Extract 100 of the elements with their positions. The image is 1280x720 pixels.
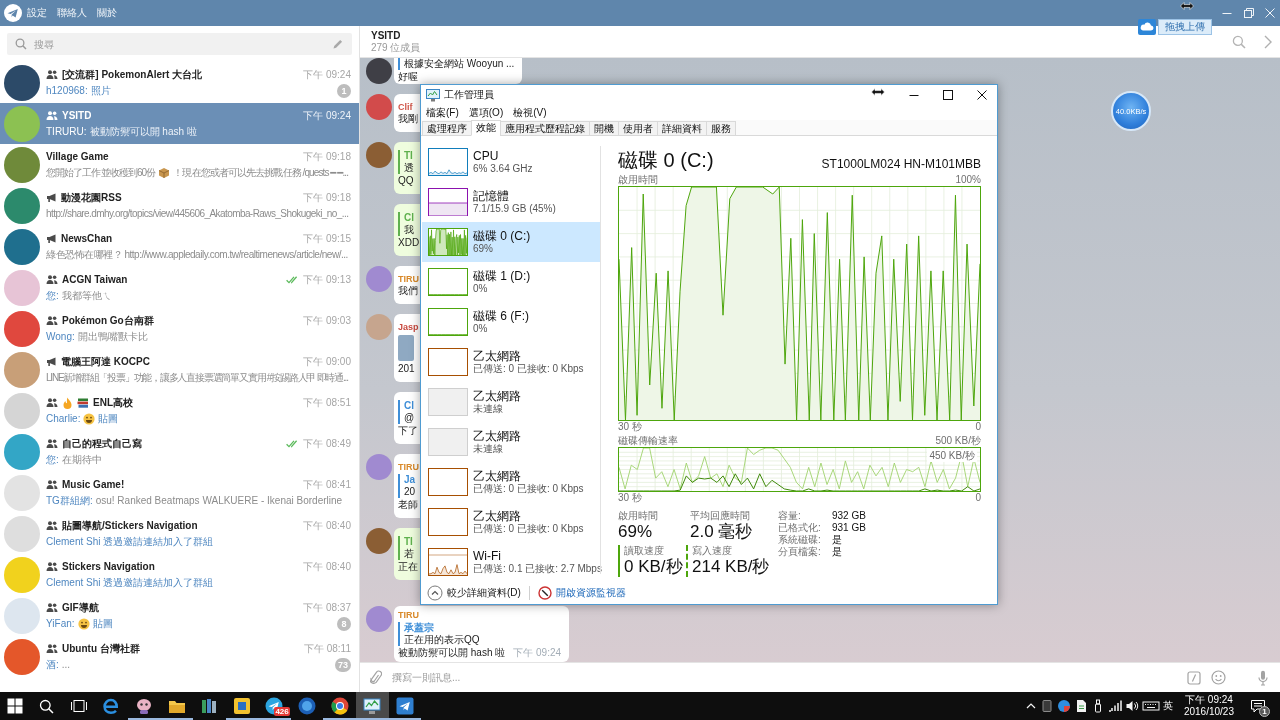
avatar: [4, 64, 40, 101]
stat-value: 0 KB/秒: [624, 557, 683, 577]
tab[interactable]: 開機: [589, 121, 619, 136]
avatar: [4, 597, 40, 634]
stat-label: 寫入速度: [692, 545, 732, 557]
resource-item[interactable]: 磁碟 1 (D:) 0%: [422, 262, 600, 302]
megaphone-icon: [46, 357, 57, 366]
chat-list-item[interactable]: Village Game 下午 09:18 您開始了工作並收穫到60份 ！現在您或者可以先去挑戰任務 /quests ━ ━...: [0, 144, 359, 185]
chat-list-item[interactable]: NewsChan 下午 09:15 綠色恐怖在哪裡？ http://www.appledaily.com.tw/realtimenews/article/new/...: [0, 226, 359, 267]
message-preview: 綠色恐怖在哪裡？ http://www.appledaily.com.tw/realtimenews/article/new/...: [46, 247, 348, 262]
chat-time: 下午 08:37: [303, 600, 351, 615]
task-view-icon: [69, 699, 88, 713]
chat-list-item[interactable]: 自己的程式自己寫 下午 08:49 您: 在期待中: [0, 431, 359, 472]
avatar: [4, 556, 40, 593]
tab[interactable]: 詳細資料: [657, 121, 707, 136]
chat-name: Music Game!: [62, 477, 125, 492]
preview-sender: 您:: [46, 288, 59, 303]
taskbar-app[interactable]: [355, 692, 389, 720]
resource-item[interactable]: Wi-Fi 已傳送: 0.1 已接收: 2.7 Mbps: [422, 542, 600, 582]
resource-monitor-link[interactable]: 開啟資源監視器: [537, 586, 626, 600]
menu-item[interactable]: 關於: [92, 3, 122, 23]
resource-item[interactable]: 乙太網路 已傳送: 0 已接收: 0 Kbps: [422, 342, 600, 382]
chat-list-item[interactable]: GIF導航 下午 08:37 YiFan: 貼圖 8: [0, 595, 359, 636]
chat-list-item[interactable]: [交流群] PokemonAlert 大台北 下午 09:24 h120968: 照片 1: [0, 62, 359, 103]
chat-list-item[interactable]: Music Game! 下午 08:41 TG群組網: osu! Ranked Beatmaps WALKUERE - Ikenai Borderline: [0, 472, 359, 513]
disk-model: ST1000LM024 HN-M101MBB: [821, 156, 981, 172]
chat-time: 下午 09:18: [303, 149, 351, 164]
menu-item[interactable]: 設定: [22, 3, 52, 23]
stat-label: 平均回應時間: [690, 510, 750, 522]
fewer-details-button[interactable]: 較少詳細資料(D): [427, 585, 521, 601]
input-method-indicator[interactable]: 英: [1162, 700, 1173, 712]
clock-date: 2016/10/23: [1183, 706, 1234, 718]
resource-name: Wi-Fi: [473, 549, 501, 563]
group-icon: [46, 644, 58, 653]
resource-name: 乙太網路: [473, 349, 521, 363]
chat-time: 下午 09:13: [303, 272, 351, 287]
avatar: [4, 187, 40, 224]
chat-list-item[interactable]: Pokémon Go台南群 下午 09:03 Wong: 開出鴨嘴獸卡比: [0, 308, 359, 349]
chart-max-label: 100%: [955, 174, 981, 186]
detail-title: 磁碟 0 (C:): [618, 148, 714, 172]
resource-item[interactable]: 乙太網路 未連線: [422, 422, 600, 462]
menu-item[interactable]: 聯絡人: [52, 3, 92, 23]
paper-plane-logo-icon: [4, 4, 22, 22]
resource-item[interactable]: 乙太網路 未連線: [422, 382, 600, 422]
upload-button[interactable]: 拖拽上傳: [1158, 19, 1212, 35]
message-text: 被動防禦可以開 hash 啦: [398, 647, 506, 659]
resource-item[interactable]: 磁碟 0 (C:) 69%: [422, 222, 600, 262]
chat-list-item[interactable]: 貼圖導航/Stickers Navigation 下午 08:40 Clement Shi 透過邀請連結加入了群組: [0, 513, 359, 554]
paperclip-icon[interactable]: [370, 669, 382, 686]
resource-name: 磁碟 6 (F:): [473, 309, 529, 323]
tab[interactable]: 處理程序: [422, 121, 472, 136]
resource-name: 磁碟 0 (C:): [473, 229, 531, 243]
message-preview: http://share.dmhy.org/topics/view/445606_Akatomba-Raws_Shokugeki_no_...: [46, 206, 349, 221]
menu-item[interactable]: 選項(O): [463, 106, 509, 119]
tab[interactable]: 應用程式歷程記錄: [500, 121, 590, 136]
resource-item[interactable]: 乙太網路 已傳送: 0 已接收: 0 Kbps: [422, 462, 600, 502]
quote-text: 我: [404, 224, 414, 236]
chat-list-item[interactable]: Stickers Navigation 下午 08:40 Clement Shi 透過邀請連結加入了群組: [0, 554, 359, 595]
chat-list-item[interactable]: ACGN Taiwan 下午 09:13 您: 我都等他ㄟ: [0, 267, 359, 308]
tablet-icon[interactable]: [1039, 699, 1054, 713]
axis-label: 0: [975, 492, 981, 504]
preview-sender: h120968:: [46, 83, 88, 98]
group-icon: [46, 439, 58, 448]
chat-list-item[interactable]: 動漫花園RSS 下午 09:18 http://share.dmhy.org/topics/view/445606_Akatomba-Raws_Shokugeki_no_...: [0, 185, 359, 226]
menu-item[interactable]: 檔案(F): [421, 106, 464, 119]
tab[interactable]: 服務: [706, 121, 736, 136]
message-preview: ...: [61, 657, 71, 672]
message-text: 老師: [398, 499, 418, 511]
chat-name: NewsChan: [61, 231, 113, 246]
wifi-icon[interactable]: [1107, 699, 1122, 713]
tab[interactable]: 使用者: [618, 121, 658, 136]
message-preview: 開出鴨嘴獸卡比: [77, 329, 148, 344]
chat-list-item[interactable]: Ubuntu 台灣社群 下午 08:11 酒: ... 73: [0, 636, 359, 677]
disc-icon[interactable]: [1056, 699, 1071, 713]
media-preview: Clement Shi 透過邀請連結加入了群組: [46, 575, 214, 590]
books-icon: [200, 697, 219, 715]
resource-detail: 已傳送: 0.1 已接收: 2.7 Mbps: [473, 563, 602, 575]
preview-sender: YiFan:: [46, 616, 75, 631]
search-field[interactable]: 搜尋: [7, 33, 352, 55]
menu-item[interactable]: 檢視(V): [508, 106, 552, 119]
resource-item[interactable]: 乙太網路 已傳送: 0 已接收: 0 Kbps: [422, 502, 600, 542]
chat-list-item[interactable]: ENL高校 下午 08:51 Charlie: 貼圖: [0, 390, 359, 431]
taskbar-app[interactable]: 426: [258, 692, 291, 720]
notification-button[interactable]: 1: [1245, 693, 1271, 719]
stat-value: 2.0 毫秒: [690, 522, 753, 542]
tab[interactable]: 效能: [471, 120, 501, 136]
resource-item[interactable]: 磁碟 6 (F:) 0%: [422, 302, 600, 342]
speaker-icon[interactable]: [1124, 699, 1139, 713]
property-label: 分頁檔案:: [778, 546, 822, 558]
resource-detail: 未連線: [473, 443, 503, 455]
chat-time: 下午 09:18: [303, 190, 351, 205]
resource-item[interactable]: 記憶體 7.1/15.9 GB (45%): [422, 182, 600, 222]
monitor-chart-icon: [426, 88, 440, 102]
sender-name: TIRU: [398, 461, 419, 473]
resource-item[interactable]: CPU 6% 3.64 GHz: [422, 142, 600, 182]
quote-text: 根據安全網站 Wooyun ...: [404, 58, 515, 70]
chat-list-item[interactable]: 電腦王阿達 KOCPC 下午 09:00 LINE新增群組「投票」功能，讓多人直接票選簡單又實用 #按踢路人甲 即時通...: [0, 349, 359, 390]
keyboard-icon[interactable]: [1141, 699, 1160, 713]
package-icon: [158, 166, 171, 179]
resource-detail: 7.1/15.9 GB (45%): [473, 203, 556, 215]
